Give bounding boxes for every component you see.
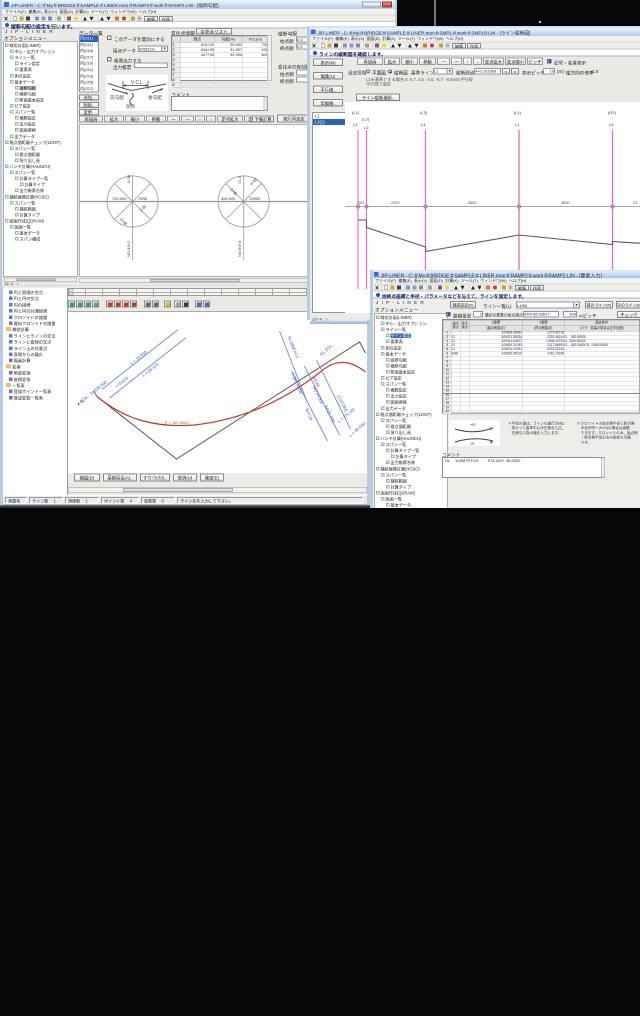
svg-text:0+020.000: 0+020.000 (89, 379, 108, 396)
svg-text:3600: 3600 (561, 201, 569, 205)
svg-text:L2: L2 (353, 122, 358, 127)
svg-text:(L2): (L2) (362, 117, 370, 122)
svg-text:23: 23 (633, 201, 637, 205)
svg-text:RL STA.: RL STA. (319, 343, 334, 357)
svg-text:700.000: 700.000 (112, 196, 127, 201)
svg-text:測点: 測点 (126, 103, 136, 110)
svg-text:W3 (3): W3 (3) (305, 408, 315, 422)
svg-text:NO.60+3: NO.60+3 (237, 240, 242, 257)
svg-text:2.05: 2.05 (138, 203, 148, 213)
svg-text:W=(0.2W): W=(0.2W) (324, 404, 337, 424)
svg-text:前勾配: 前勾配 (110, 94, 124, 101)
svg-text:13992: 13992 (249, 196, 261, 201)
svg-text:L = 36.000: L = 36.000 (348, 421, 367, 438)
svg-text:L4: L4 (421, 122, 426, 127)
svg-text:R = 150.0000: R = 150.0000 (165, 420, 190, 425)
svg-text:NO.43+2: NO.43+2 (126, 240, 131, 257)
svg-text:L3: L3 (364, 125, 369, 130)
svg-text:BP: BP (80, 399, 86, 404)
svg-text:(L1): (L1) (352, 110, 360, 115)
svg-text:(1)(2.0W): (1)(2.0W) (337, 394, 350, 413)
svg-text:2200: 2200 (391, 201, 399, 205)
svg-text:-0.92: -0.92 (248, 176, 259, 187)
svg-text:L = 66.324: L = 66.324 (141, 361, 160, 378)
svg-text:(R1): (R1) (608, 110, 616, 115)
svg-text:(L3): (L3) (420, 110, 428, 115)
svg-text:3600: 3600 (468, 201, 476, 205)
svg-text:(L1): (L1) (514, 110, 522, 115)
svg-text:VCL: VCL (131, 80, 144, 86)
svg-text:++0.876: ++0.876 (114, 375, 130, 389)
svg-text:400.000: 400.000 (221, 196, 236, 201)
svg-text:L1: L1 (515, 122, 520, 127)
svg-text:-6.38: -6.38 (126, 174, 131, 184)
svg-text:7998: 7998 (138, 196, 148, 201)
svg-text:71.3: 71.3 (237, 175, 242, 184)
svg-text:後勾配: 後勾配 (148, 94, 162, 101)
svg-text:L = 24.000: L = 24.000 (129, 349, 148, 366)
svg-text:+R: +R (470, 422, 475, 427)
svg-text:L5: L5 (609, 122, 614, 127)
svg-text:NO.5+000: NO.5+000 (312, 385, 325, 405)
svg-text:-R: -R (470, 441, 474, 446)
svg-text:R=2000 A=1: R=2000 A=1 (287, 336, 301, 360)
svg-text:200: 200 (358, 201, 364, 205)
